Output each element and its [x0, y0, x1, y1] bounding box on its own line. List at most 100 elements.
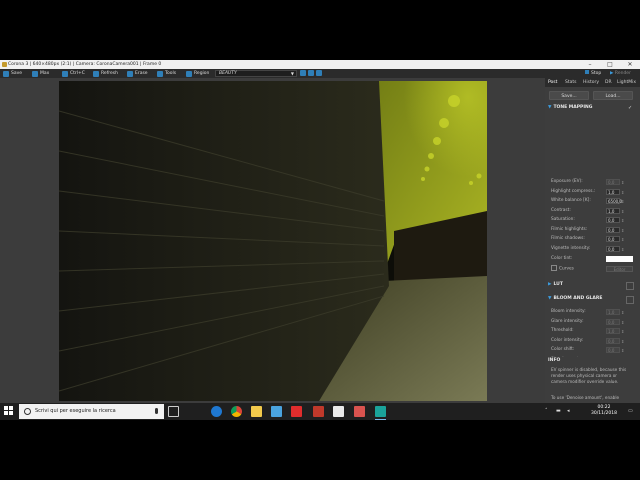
param-label: Color shift: [551, 347, 575, 352]
param-label: Filmic highlights: [551, 226, 588, 232]
param-value-input[interactable]: 0,0 [606, 226, 620, 233]
bloom-checkbox[interactable] [626, 296, 634, 304]
minimize-button[interactable]: – [580, 60, 600, 69]
zoom-out-icon[interactable] [308, 70, 314, 76]
media-red-icon[interactable] [354, 406, 365, 417]
load-preset-button[interactable]: Load... [593, 91, 633, 100]
tools-button[interactable]: Tools [157, 70, 176, 77]
lut-header[interactable]: ▶ LUT [548, 281, 634, 290]
collapse-triangle-icon: ▼ [548, 105, 552, 110]
param-value-input[interactable]: 0,0 [606, 179, 620, 185]
maximize-button[interactable]: □ [600, 60, 620, 69]
render-button[interactable]: ▶ Render [610, 69, 631, 78]
save-icon [3, 70, 9, 77]
param-value-input[interactable]: 0,0 [606, 217, 620, 223]
param-row: Contrast: 1,0 ⇕ [551, 207, 631, 215]
erase-button[interactable]: Erase [127, 70, 148, 77]
param-row: Exposure (EV): 0,0 ⇕ [551, 178, 631, 186]
tab-history[interactable]: History [583, 79, 599, 87]
microphone-icon[interactable] [155, 408, 158, 414]
spinner-icon[interactable]: ⇕ [621, 246, 624, 254]
close-button[interactable]: ✕ [620, 60, 640, 69]
3dsmax-icon[interactable] [375, 406, 386, 420]
render-viewport[interactable] [0, 78, 545, 403]
copy-button[interactable]: Ctrl+C [62, 70, 85, 77]
acrobat-icon[interactable] [291, 406, 302, 417]
chrome-icon[interactable] [231, 406, 242, 417]
network-icon[interactable]: ▬ [556, 408, 561, 414]
bloom-glare-header[interactable]: ▼ BLOOM AND GLARE [548, 295, 634, 304]
tray-chevron-icon[interactable]: ˄ [545, 408, 548, 414]
zoom-in-icon[interactable] [300, 70, 306, 76]
clock-date: 30/11/2018 [591, 411, 617, 416]
check-icon[interactable]: ✓ [628, 105, 634, 111]
spinner-icon[interactable]: ⇕ [621, 189, 624, 197]
param-value-input[interactable]: 0,0 [606, 347, 620, 353]
spinner-icon[interactable]: ⇕ [621, 227, 624, 235]
tab-dr[interactable]: DR [605, 79, 612, 87]
task-view-icon[interactable] [168, 406, 179, 417]
max-button[interactable]: Max [32, 70, 49, 77]
param-value-input[interactable]: 0,0 [606, 236, 620, 242]
window-title: Corona 3 | 640×480px (2:1) | Camera: Cor… [8, 62, 162, 67]
tool-white-icon[interactable] [333, 406, 344, 417]
tool-red-icon[interactable] [313, 406, 324, 417]
tab-post[interactable]: Post [548, 79, 557, 87]
param-row: Threshold: 1,0 ⇕ [551, 327, 631, 335]
param-value-input[interactable]: 1,0 [606, 328, 620, 334]
param-row: Saturation: 0,0 ⇕ [551, 216, 631, 224]
windows-start-icon[interactable] [4, 406, 14, 416]
spinner-icon[interactable]: ⇕ [621, 198, 624, 206]
file-explorer-icon[interactable] [251, 406, 262, 417]
right-header: Stop ▶ Render Post Stats History DR Ligh… [545, 69, 640, 87]
stop-icon [585, 70, 589, 74]
spinner-icon[interactable]: ⇕ [621, 338, 624, 346]
corona-app-icon [2, 62, 7, 67]
fit-icon[interactable] [316, 70, 322, 76]
save-preset-button[interactable]: Save... [549, 91, 589, 100]
param-value-input[interactable]: 0,0 [606, 245, 620, 252]
tab-stats[interactable]: Stats [565, 79, 577, 87]
system-clock[interactable]: 00:22 30/11/2018 [586, 405, 622, 417]
spinner-icon[interactable]: ⇕ [621, 236, 624, 244]
tone-mapping-header[interactable]: ▼ TONE MAPPING ✓ [548, 104, 634, 112]
edge-icon[interactable] [211, 406, 222, 417]
region-button[interactable]: Region [186, 70, 209, 77]
spinner-icon[interactable]: ⇕ [621, 217, 624, 225]
param-value-input[interactable]: 1,0 [606, 188, 620, 195]
tab-lightmix[interactable]: LightMix [617, 79, 636, 87]
curves-checkbox[interactable] [551, 265, 557, 271]
param-label: Bloom intensity: [551, 309, 586, 314]
curves-editor-button[interactable]: Editor [606, 266, 633, 272]
info-section: INFO EV spinner is disabled, because thi… [545, 357, 640, 403]
spinner-icon[interactable]: ⇕ [621, 179, 624, 187]
lut-checkbox[interactable] [626, 282, 634, 290]
param-row: Color intensity: 0,0 ⇕ [551, 337, 631, 345]
spinner-icon[interactable]: ⇕ [621, 319, 624, 327]
spinner-icon[interactable]: ⇕ [621, 347, 624, 355]
param-label: Saturation: [551, 217, 575, 222]
param-value-input[interactable]: 1,0 [606, 207, 620, 214]
color-tint-swatch[interactable] [606, 256, 633, 262]
notification-icon[interactable]: ▭ [628, 408, 633, 414]
info-text: EV spinner is disabled, because this ren… [551, 367, 627, 384]
stop-button[interactable]: Stop [585, 69, 601, 78]
monitor-icon[interactable] [271, 406, 282, 417]
spinner-icon[interactable]: ⇕ [621, 208, 624, 216]
param-value-input[interactable]: 0,0 [606, 318, 620, 325]
param-label: Color intensity: [551, 337, 584, 343]
save-button[interactable]: Save [3, 70, 22, 77]
param-value-input[interactable]: 0,0 [606, 337, 620, 344]
wine-cellar-render [59, 81, 487, 401]
param-label: Highlight compress.: [551, 188, 596, 194]
volume-icon[interactable]: ◂ [567, 408, 570, 414]
param-value-input[interactable]: 1,0 [606, 309, 620, 315]
refresh-button[interactable]: Refresh [93, 70, 118, 77]
param-value-input[interactable]: 6500,0 [606, 198, 622, 204]
copy-icon [62, 70, 68, 77]
spinner-icon[interactable]: ⇕ [621, 309, 624, 317]
region-icon [186, 70, 192, 77]
taskbar-search[interactable]: Scrivi qui per eseguire la ricerca [19, 404, 164, 419]
spinner-icon[interactable]: ⇕ [621, 328, 624, 336]
render-element-select[interactable]: BEAUTY ▼ [215, 70, 297, 77]
